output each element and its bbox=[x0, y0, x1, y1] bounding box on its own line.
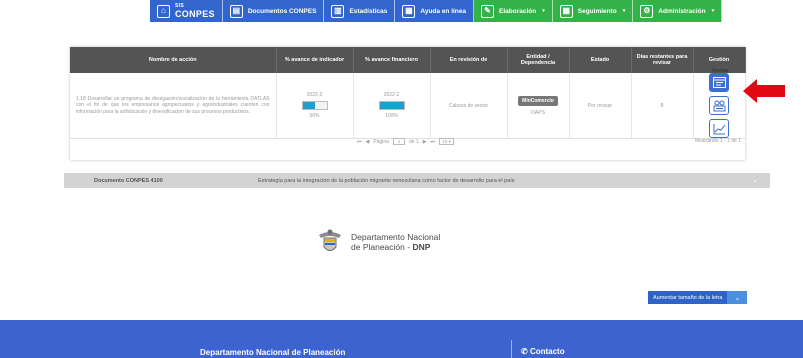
header-dias-restantes: Días restantes para revisar bbox=[631, 47, 694, 73]
revisar-button[interactable] bbox=[709, 73, 729, 92]
pager-summary: Mostrando 1 - 1 de 1 bbox=[694, 138, 741, 144]
stats-icon: ▥ bbox=[331, 4, 345, 18]
sis-conpes-home[interactable]: ⌂ SIS CONPES bbox=[150, 0, 223, 22]
actions-table-card: Nombre de acción % avance de indicador %… bbox=[70, 47, 746, 160]
cell-entidad: MinComercio OAPS bbox=[507, 73, 570, 139]
header-estado: Estado bbox=[569, 47, 632, 73]
document-accordion[interactable]: Documento CONPES 4100 Estrategia para la… bbox=[64, 173, 770, 188]
red-arrow-icon bbox=[743, 79, 785, 103]
menu-label: Elaboración bbox=[499, 7, 537, 15]
review-icon bbox=[712, 77, 726, 88]
increase-font-label: Aumentar tamaño de la letra bbox=[648, 291, 728, 304]
menu-documentos-conpes[interactable]: ▤ Documentos CONPES bbox=[222, 0, 325, 22]
revisar-tooltip: Revisar bbox=[712, 68, 729, 74]
next-page-icon[interactable]: ▶ bbox=[423, 139, 427, 145]
header-nombre-accion: Nombre de acción bbox=[70, 47, 277, 73]
document-description: Estrategia para la integración de la pob… bbox=[258, 178, 515, 184]
entidad-badge: MinComercio bbox=[518, 95, 558, 106]
chevron-down-icon: ⌄ bbox=[752, 177, 758, 184]
chevron-down-icon: ⌄ bbox=[727, 291, 748, 304]
help-icon: ▦ bbox=[402, 4, 416, 18]
header-entidad: Entidad / Dependencia bbox=[507, 47, 570, 73]
menu-label: Administración bbox=[658, 7, 706, 15]
logo-dnp: DNP bbox=[412, 242, 431, 252]
menu-seguimiento[interactable]: ▦ Seguimiento ▾ bbox=[552, 0, 634, 22]
page-input[interactable]: 1 bbox=[392, 138, 405, 145]
indicador-progress-bar bbox=[301, 101, 328, 110]
menu-ayuda[interactable]: ▦ Ayuda en línea bbox=[395, 0, 475, 22]
menu-label: Ayuda en línea bbox=[420, 7, 467, 15]
financiero-progress-fill bbox=[379, 102, 404, 109]
edit-icon: ✎ bbox=[481, 4, 495, 18]
indicador-progress-fill bbox=[302, 102, 315, 109]
menu-label: Documentos CONPES bbox=[247, 7, 317, 15]
table-pager: ⏮ ◀ Página 1 de 1 ▶ ⏭ 10 ▾ Mostrando 1 -… bbox=[70, 131, 745, 151]
table-header-row: Nombre de acción % avance de indicador %… bbox=[70, 47, 746, 73]
header-en-revision: En revisión de bbox=[430, 47, 508, 73]
menu-estadisticas[interactable]: ▥ Estadísticas bbox=[324, 0, 396, 22]
pagina-label: Página bbox=[373, 138, 389, 145]
financiero-progress-bar bbox=[378, 101, 405, 110]
cell-nombre-accion: 1.18 Desarrollar un programa de divulgac… bbox=[70, 73, 277, 139]
indicador-value: 50% bbox=[309, 113, 320, 119]
dnp-logo: Departamento Nacional de Planeación - DN… bbox=[315, 227, 440, 257]
menu-administracion[interactable]: ⚙ Administración ▾ bbox=[633, 0, 723, 22]
menu-elaboracion[interactable]: ✎ Elaboración ▾ bbox=[474, 0, 553, 22]
financiero-value: 100% bbox=[385, 113, 398, 119]
last-page-icon[interactable]: ⏭ bbox=[431, 139, 436, 145]
chevron-down-icon: ▾ bbox=[711, 8, 715, 14]
financiero-period: 2022-2 bbox=[383, 92, 400, 98]
header-avance-financiero: % avance financiero bbox=[353, 47, 431, 73]
seguimiento-button[interactable] bbox=[709, 96, 729, 115]
footer-contacto: ✆ Contacto bbox=[521, 347, 565, 356]
actions-table: Nombre de acción % avance de indicador %… bbox=[70, 47, 746, 139]
dependencia-label: OAPS bbox=[531, 109, 545, 116]
header-avance-indicador: % avance de indicador bbox=[276, 47, 354, 73]
cell-gestion bbox=[693, 73, 746, 139]
users-report-icon bbox=[713, 100, 725, 111]
prev-page-icon[interactable]: ◀ bbox=[366, 139, 370, 145]
cell-avance-indicador: 2022-2 50% bbox=[276, 73, 354, 139]
top-navigation: ⌂ SIS CONPES ▤ Documentos CONPES ▥ Estadí… bbox=[0, 0, 803, 24]
menu-label: Estadísticas bbox=[349, 7, 388, 15]
site-footer: Departamento Nacional de Planeación ✆ Co… bbox=[0, 320, 803, 358]
document-icon: ▤ bbox=[229, 4, 243, 18]
chevron-down-icon: ▾ bbox=[542, 8, 545, 14]
home-icon: ⌂ bbox=[157, 4, 170, 18]
gear-icon: ⚙ bbox=[640, 4, 654, 18]
table-row: 1.18 Desarrollar un programa de divulgac… bbox=[70, 73, 746, 139]
de-label: de 1 bbox=[408, 138, 419, 145]
document-label: Documento CONPES 4100 bbox=[94, 178, 163, 184]
increase-font-button[interactable]: Aumentar tamaño de la letra ⌄ bbox=[648, 291, 748, 304]
cell-dias-restantes: 8 bbox=[631, 73, 694, 139]
tracking-icon: ▦ bbox=[559, 4, 573, 18]
coat-of-arms-icon bbox=[319, 229, 341, 251]
footer-divider bbox=[511, 340, 512, 358]
indicador-period: 2022-2 bbox=[306, 92, 323, 98]
menu-label: Seguimiento bbox=[577, 7, 617, 15]
cell-en-revision: Cabeza de sector bbox=[430, 73, 508, 139]
sis-conpes-logo: SIS CONPES bbox=[175, 2, 215, 19]
footer-dnp-title: Departamento Nacional de Planeación bbox=[200, 348, 346, 357]
cell-estado: Por revisar bbox=[569, 73, 632, 139]
main-menu: ⌂ SIS CONPES ▤ Documentos CONPES ▥ Estadí… bbox=[150, 0, 723, 22]
logo-line2: de Planeación - bbox=[351, 242, 413, 252]
chevron-down-icon: ▾ bbox=[622, 8, 626, 14]
first-page-icon[interactable]: ⏮ bbox=[357, 139, 362, 145]
cell-avance-financiero: 2022-2 100% bbox=[353, 73, 431, 139]
logo-line1: Departamento Nacional bbox=[351, 232, 441, 242]
phone-icon: ✆ bbox=[521, 347, 530, 356]
page-size-select[interactable]: 10 ▾ bbox=[439, 138, 455, 145]
